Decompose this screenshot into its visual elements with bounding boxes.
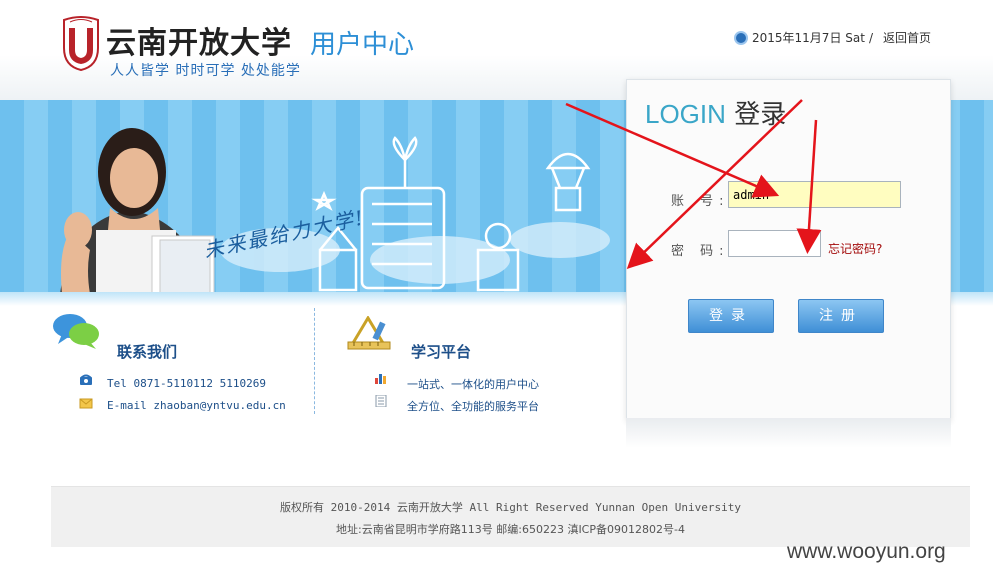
username-input[interactable] <box>728 181 901 208</box>
watermark: www.wooyun.org <box>787 540 946 563</box>
top-bar: 2015年11月7日 Sat / 返回首页 <box>734 29 931 46</box>
contact-title: 联系我们 <box>117 343 178 361</box>
university-emblem-logo <box>63 16 99 72</box>
mail-icon <box>79 398 93 409</box>
bar-chart-icon <box>375 374 386 384</box>
drafting-tools-icon <box>347 316 391 350</box>
login-button[interactable]: 登录 <box>688 299 774 333</box>
login-panel: LOGIN 登录 账 号: 密 码: 忘记密码? 登录 注册 <box>626 79 951 420</box>
date-separator: / <box>868 30 873 45</box>
password-input[interactable] <box>728 230 821 257</box>
school-name: 云南开放大学 <box>106 26 292 61</box>
forgot-password-link[interactable]: 忘记密码? <box>828 240 882 257</box>
user-center-title: 用户中心 <box>310 29 415 59</box>
slogan: 人人皆学 时时可学 处处能学 <box>110 63 301 79</box>
home-link[interactable]: 返回首页 <box>883 29 931 46</box>
footer-copyright: 版权所有 2010-2014 云南开放大学 All Right Reserved… <box>280 501 741 514</box>
login-title-en: LOGIN <box>645 99 726 129</box>
speech-bubbles-icon <box>53 314 99 349</box>
clock-icon <box>734 30 748 45</box>
current-date: 2015年11月7日 Sat <box>752 31 865 45</box>
register-button[interactable]: 注册 <box>798 299 884 333</box>
platform-title: 学习平台 <box>411 343 472 361</box>
phone-icon <box>80 374 92 385</box>
contact-tel: Tel 0871-5110112 5110269 <box>107 377 266 390</box>
platform-item-1: 一站式、一体化的用户中心 <box>407 378 539 391</box>
contact-email: E-mail zhaoban@yntvu.edu.cn <box>107 399 286 412</box>
login-panel-shadow <box>626 418 951 448</box>
login-title: LOGIN 登录 <box>645 94 786 131</box>
username-label: 账 号: <box>671 194 730 209</box>
password-label: 密 码: <box>671 244 730 259</box>
login-title-cn: 登录 <box>734 100 787 130</box>
section-divider <box>314 308 315 414</box>
page-footer: 版权所有 2010-2014 云南开放大学 All Right Reserved… <box>51 486 970 547</box>
footer-address: 地址:云南省昆明市学府路113号 邮编:650223 滇ICP备09012802… <box>336 523 685 536</box>
document-icon <box>375 395 387 407</box>
platform-item-2: 全方位、全功能的服务平台 <box>407 400 539 413</box>
